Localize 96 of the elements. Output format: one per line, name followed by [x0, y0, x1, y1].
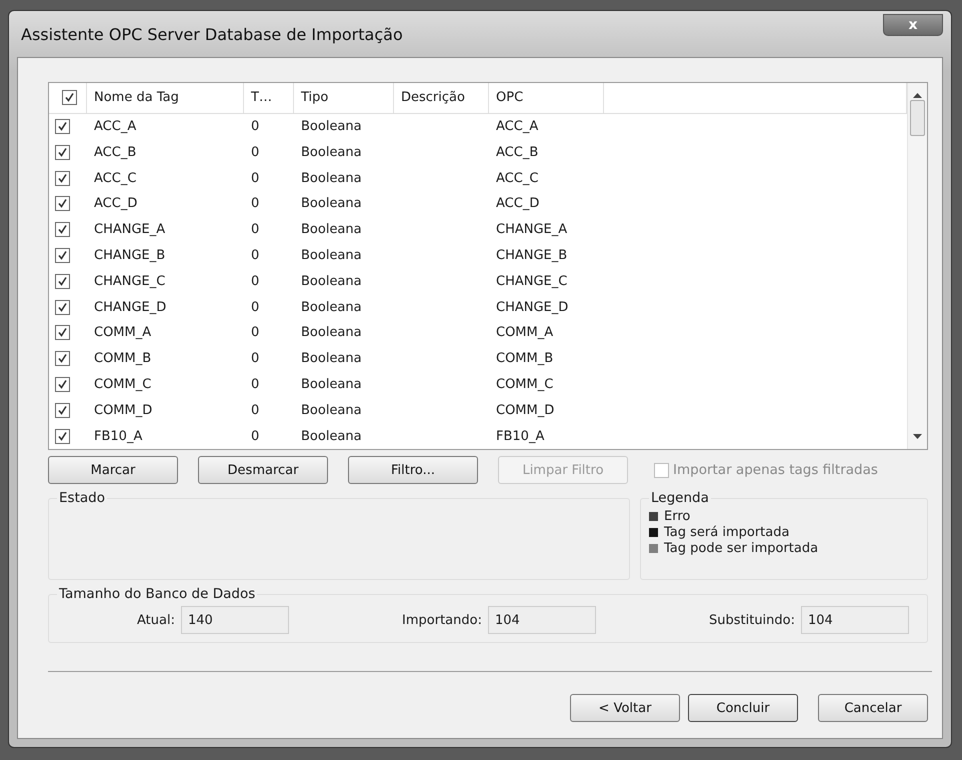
- column-header[interactable]: Nome da Tag: [94, 90, 179, 106]
- table-cell-text: ACC_D: [93, 196, 138, 212]
- row-checkbox[interactable]: [55, 300, 70, 315]
- table-cell-text: 0: [250, 196, 260, 212]
- table-cell-text: COMM_C: [495, 376, 554, 392]
- table-cell-text: COMM_B: [93, 351, 152, 366]
- field-label: Importando:: [402, 612, 482, 628]
- window-title: Assistente OPC Server Database de Importação: [20, 24, 403, 44]
- table-cell-text: 0: [250, 274, 260, 289]
- dialog-button[interactable]: Concluir: [688, 694, 798, 722]
- table-cell-text: Booleana: [300, 274, 363, 289]
- table-cell-text: 0: [250, 376, 260, 392]
- column-header[interactable]: OPC: [496, 90, 524, 106]
- scroll-thumb[interactable]: [910, 100, 925, 136]
- table-cell-text: ACC_B: [93, 144, 138, 160]
- table-cell-text: 0: [250, 300, 260, 315]
- table-cell-text: COMM_B: [495, 351, 554, 366]
- row-checkbox[interactable]: [55, 222, 70, 238]
- size-field[interactable]: 104: [488, 606, 596, 634]
- table-cell-text: Booleana: [300, 248, 363, 264]
- table-cell-text: Booleana: [300, 428, 363, 444]
- action-button[interactable]: Desmarcar: [198, 456, 328, 484]
- table-cell-text: CHANGE_A: [93, 222, 166, 238]
- select-all-checkbox[interactable]: [62, 90, 77, 106]
- row-checkbox[interactable]: [55, 274, 70, 289]
- table-cell-text: Booleana: [300, 119, 363, 134]
- action-button[interactable]: Filtro...: [348, 456, 478, 484]
- scroll-up-icon[interactable]: [913, 93, 922, 98]
- table-cell-text: Booleana: [300, 196, 363, 212]
- table-cell-text: Booleana: [300, 300, 363, 315]
- group-title: Tamanho do Banco de Dados: [58, 586, 256, 602]
- scrollbar[interactable]: [907, 83, 927, 449]
- table-cell-text: CHANGE_A: [495, 222, 568, 238]
- table-cell-text: ACC_B: [495, 144, 540, 160]
- table-cell-text: 0: [250, 222, 260, 238]
- table-cell-text: CHANGE_D: [495, 300, 570, 315]
- row-checkbox[interactable]: [55, 351, 70, 366]
- table-cell-text: Booleana: [300, 170, 363, 186]
- table-cell-text: 0: [250, 144, 260, 160]
- table-cell-text: CHANGE_B: [495, 248, 568, 264]
- row-checkbox[interactable]: [55, 144, 70, 160]
- table-cell-text: Booleana: [300, 222, 363, 238]
- column-header[interactable]: Descrição: [401, 90, 465, 106]
- scroll-down-icon[interactable]: [913, 434, 922, 439]
- table-cell-text: 0: [250, 351, 260, 366]
- table-cell-text: Booleana: [300, 325, 363, 340]
- table-cell-text: CHANGE_B: [93, 248, 166, 264]
- field-label: Substituindo:: [709, 612, 795, 628]
- table-cell-text: COMM_A: [93, 325, 152, 340]
- group-title: Estado: [58, 490, 106, 506]
- table-cell-text: CHANGE_C: [495, 274, 568, 289]
- row-checkbox[interactable]: [55, 376, 70, 392]
- close-button[interactable]: x: [883, 14, 943, 36]
- table-cell-text: CHANGE_D: [93, 300, 168, 315]
- size-field[interactable]: 104: [801, 606, 909, 634]
- row-checkbox[interactable]: [55, 428, 70, 444]
- group-title: Legenda: [650, 490, 710, 506]
- column-header[interactable]: T…: [251, 90, 272, 106]
- table-cell-text: ACC_A: [93, 119, 138, 134]
- dialog-button[interactable]: < Voltar: [570, 694, 680, 722]
- size-field[interactable]: 140: [180, 606, 289, 634]
- table-cell-text: FB10_A: [495, 428, 546, 444]
- row-checkbox[interactable]: [55, 248, 70, 264]
- table-cell-text: COMM_A: [495, 325, 554, 340]
- row-checkbox[interactable]: [55, 170, 70, 186]
- table-cell-text: FB10_A: [93, 428, 144, 444]
- table-cell-text: ACC_D: [495, 196, 540, 212]
- table-cell-text: COMM_D: [93, 402, 154, 418]
- checkbox-label: Importar apenas tags filtradas: [673, 462, 878, 478]
- legend-label: Erro: [664, 508, 690, 524]
- table-cell-text: CHANGE_C: [93, 274, 166, 289]
- row-checkbox[interactable]: [55, 402, 70, 418]
- table-cell-text: 0: [250, 119, 260, 134]
- table-cell-text: 0: [250, 402, 260, 418]
- table-cell-text: ACC_A: [495, 119, 540, 134]
- table-cell-text: Booleana: [300, 376, 363, 392]
- table-cell-text: 0: [250, 428, 260, 444]
- table-cell-text: Booleana: [300, 144, 363, 160]
- table-cell-text: ACC_C: [93, 170, 138, 186]
- table-cell-text: COMM_D: [495, 402, 556, 418]
- table-cell-text: 0: [250, 325, 260, 340]
- legend-label: Tag pode ser importada: [664, 540, 818, 556]
- row-checkbox[interactable]: [55, 196, 70, 212]
- row-checkbox[interactable]: [55, 325, 70, 340]
- table-cell-text: Booleana: [300, 402, 363, 418]
- field-label: Atual:: [137, 612, 175, 628]
- table-cell-text: 0: [250, 170, 260, 186]
- legend-label: Tag será importada: [664, 524, 790, 540]
- dialog-button[interactable]: Cancelar: [818, 694, 928, 722]
- table-cell-text: 0: [250, 248, 260, 264]
- table-cell-text: ACC_C: [495, 170, 540, 186]
- action-button[interactable]: Marcar: [48, 456, 178, 484]
- table-cell-text: COMM_C: [93, 376, 152, 392]
- row-checkbox[interactable]: [55, 119, 70, 134]
- column-header[interactable]: Tipo: [301, 90, 328, 106]
- table-cell-text: Booleana: [300, 351, 363, 366]
